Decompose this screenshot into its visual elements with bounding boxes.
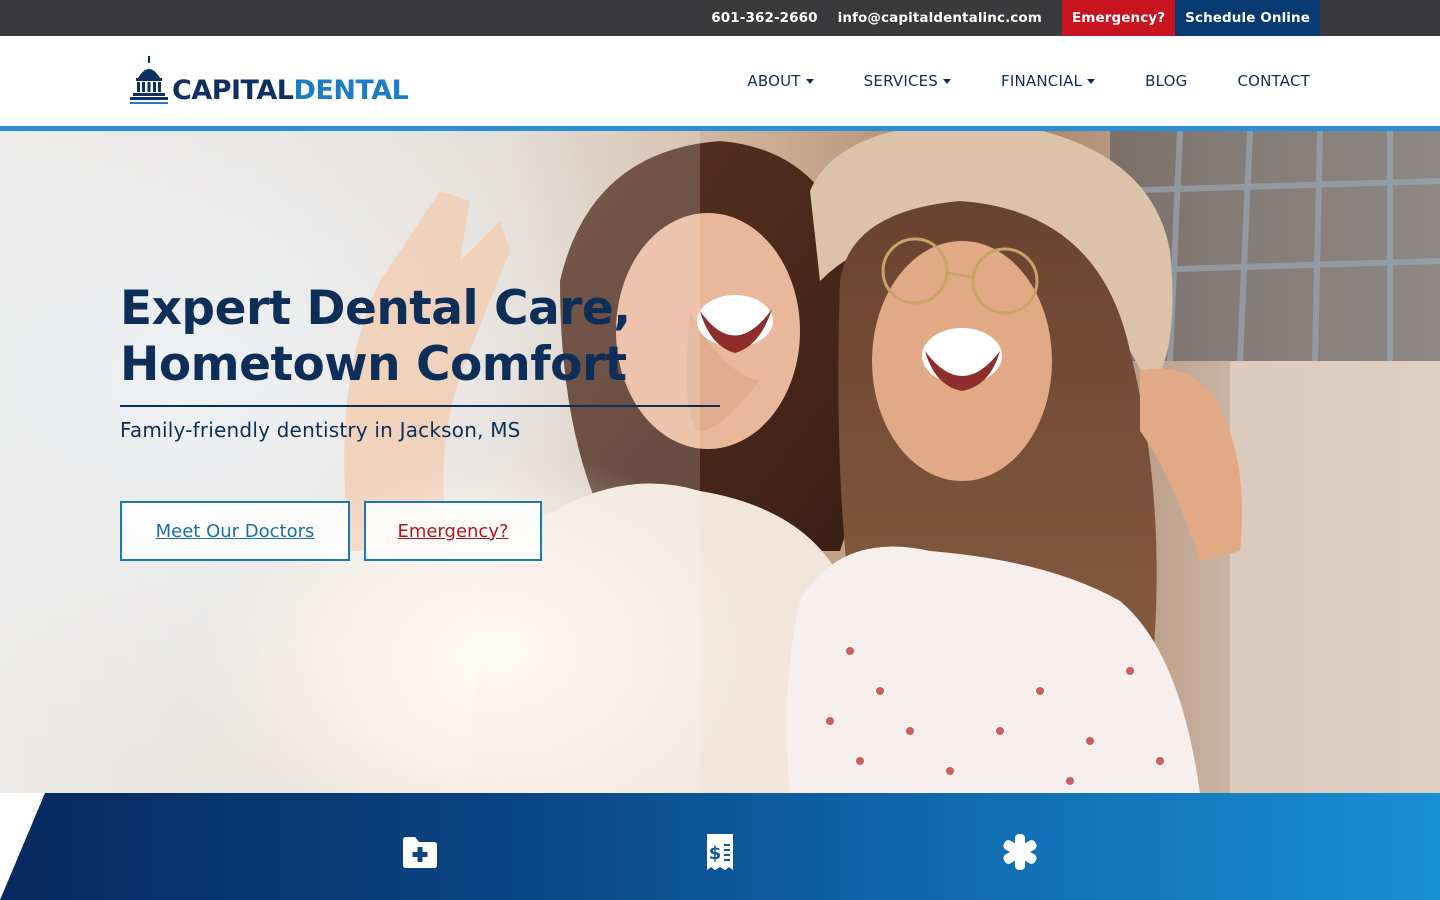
site-header: CAPITALDENTAL ABOUT SERVICES FINANCIAL B… [0, 36, 1440, 126]
hero-section: Expert Dental Care, Hometown Comfort Fam… [0, 131, 1440, 793]
hero-content: Expert Dental Care, Hometown Comfort Fam… [120, 281, 720, 561]
caret-down-icon [805, 79, 814, 84]
band-notch [0, 793, 45, 900]
hero-emergency-button[interactable]: Emergency? [364, 501, 542, 561]
site-logo[interactable]: CAPITALDENTAL [130, 56, 409, 106]
svg-text:$: $ [709, 843, 722, 864]
utility-bar: 601-362-2660 info@capitaldentalinc.com E… [0, 0, 1440, 36]
hero-subtitle: Family-friendly dentistry in Jackson, MS [120, 418, 521, 442]
asterisk-icon[interactable] [1000, 832, 1040, 872]
nav-about[interactable]: ABOUT [747, 72, 814, 90]
nav-contact-label: CONTACT [1237, 72, 1310, 90]
nav-about-label: ABOUT [747, 72, 801, 90]
hero-title-line1: Expert Dental Care, [120, 281, 631, 336]
logo-wordmark: CAPITALDENTAL [172, 75, 409, 106]
nav-services-label: SERVICES [863, 72, 939, 90]
meet-our-doctors-button[interactable]: Meet Our Doctors [120, 501, 350, 561]
nav-services[interactable]: SERVICES [863, 72, 952, 90]
capitol-dome-icon [130, 56, 168, 104]
hero-divider [120, 405, 720, 407]
main-nav: ABOUT SERVICES FINANCIAL BLOG CONTACT [697, 36, 1310, 126]
medical-folder-icon[interactable] [400, 832, 440, 872]
caret-down-icon [1087, 79, 1096, 84]
logo-word-dental: DENTAL [293, 75, 409, 106]
hero-title-line2: Hometown Comfort [120, 337, 627, 392]
schedule-online-button[interactable]: Schedule Online [1175, 0, 1320, 36]
nav-blog-label: BLOG [1145, 72, 1188, 90]
nav-financial-label: FINANCIAL [1001, 72, 1083, 90]
phone-link[interactable]: 601-362-2660 [711, 10, 817, 26]
hero-title: Expert Dental Care, Hometown Comfort [120, 281, 720, 393]
dollar-receipt-icon[interactable]: $ [700, 832, 740, 872]
email-link[interactable]: info@capitaldentalinc.com [838, 10, 1042, 26]
hero-buttons: Meet Our Doctors Emergency? [120, 501, 720, 561]
nav-contact[interactable]: CONTACT [1237, 72, 1310, 90]
caret-down-icon [943, 79, 952, 84]
nav-financial[interactable]: FINANCIAL [1001, 72, 1096, 90]
nav-blog[interactable]: BLOG [1145, 72, 1187, 90]
logo-word-capital: CAPITAL [172, 75, 294, 106]
emergency-button[interactable]: Emergency? [1061, 0, 1176, 36]
